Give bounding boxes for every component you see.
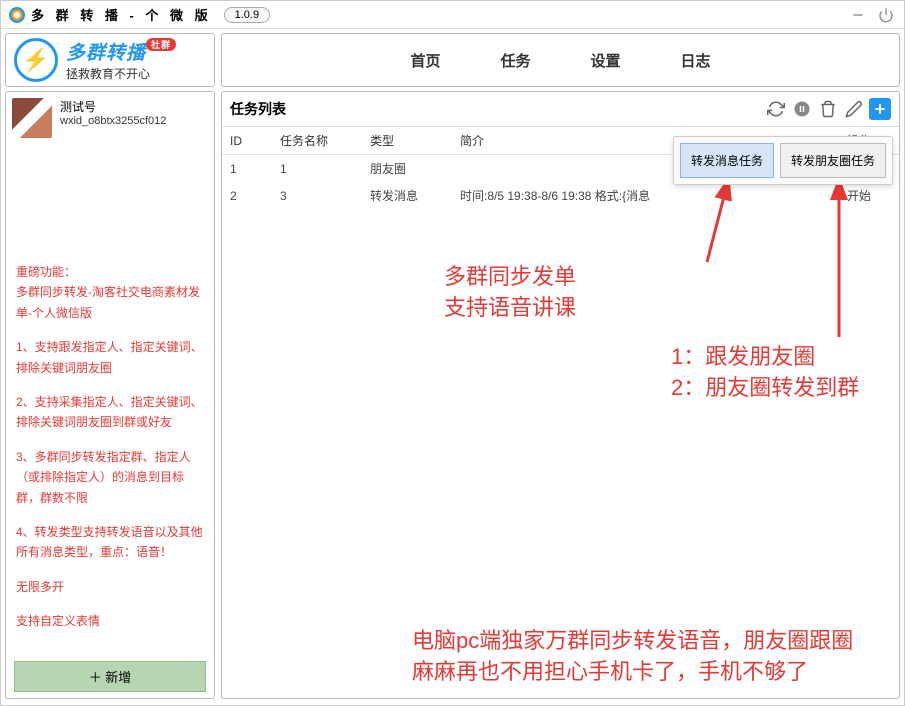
th-id[interactable]: ID (222, 127, 272, 155)
nav-bar: 首页 任务 设置 日志 (221, 33, 900, 87)
app-logo-icon (9, 7, 25, 23)
titlebar: 多 群 转 播 - 个 微 版 1.0.9 (1, 1, 904, 29)
add-button[interactable]: ＋ 新增 (14, 661, 206, 692)
minimize-icon[interactable] (848, 5, 868, 25)
delete-icon[interactable] (817, 98, 839, 120)
add-task-icon[interactable]: + (869, 98, 891, 120)
brand-slogan: 拯救教育不开心 (66, 65, 176, 82)
nav-logs[interactable]: 日志 (681, 50, 711, 71)
nav-tasks[interactable]: 任务 (500, 50, 530, 71)
edit-icon[interactable] (843, 98, 865, 120)
forward-msg-button[interactable]: 转发消息任务 (680, 143, 774, 178)
content-panel: 任务列表 + ID 任务名称 类型 (221, 91, 900, 699)
account-row[interactable]: 测试号 wxid_o8btx3255cf012 (6, 92, 214, 144)
annotation-text: 1：跟发朋友圈 2：朋友圈转发到群 (671, 342, 891, 404)
nav-home[interactable]: 首页 (410, 50, 440, 71)
brand-name: 多群转播 (66, 43, 146, 64)
account-name: 测试号 (60, 98, 166, 115)
content-title: 任务列表 (230, 99, 761, 119)
account-wxid: wxid_o8btx3255cf012 (60, 115, 166, 127)
th-type[interactable]: 类型 (362, 127, 452, 155)
version-badge: 1.0.9 (224, 7, 270, 23)
pause-icon[interactable] (791, 98, 813, 120)
sidebar: 测试号 wxid_o8btx3255cf012 重磅功能：多群同步转发-淘客社交… (5, 91, 215, 699)
brand-box: ⚡ 多群转播社群 拯救教育不开心 (5, 33, 215, 87)
annotation-text: 多群同步发单 支持语音讲课 (444, 262, 576, 324)
table-row[interactable]: 2 3 转发消息 时间:8/5 19:38-8/6 19:38 格式:{消息 开… (222, 182, 899, 209)
forward-moments-button[interactable]: 转发朋友圈任务 (780, 143, 886, 178)
annotation-text: 电脑pc端独家万群同步转发语音，朋友圈跟圈 麻麻再也不用担心手机卡了，手机不够了 (412, 626, 891, 688)
nav-settings[interactable]: 设置 (591, 50, 621, 71)
action-popup: 转发消息任务 转发朋友圈任务 (673, 136, 893, 185)
features-text: 重磅功能：多群同步转发-淘客社交电商素材发单-个人微信版 1、支持跟发指定人、指… (6, 254, 214, 653)
avatar (12, 98, 52, 138)
window-title: 多 群 转 播 - 个 微 版 (31, 5, 212, 24)
brand-badge: 社群 (146, 38, 176, 51)
power-icon[interactable] (876, 5, 896, 25)
brand-logo-icon: ⚡ (14, 38, 58, 82)
th-name[interactable]: 任务名称 (272, 127, 362, 155)
refresh-icon[interactable] (765, 98, 787, 120)
